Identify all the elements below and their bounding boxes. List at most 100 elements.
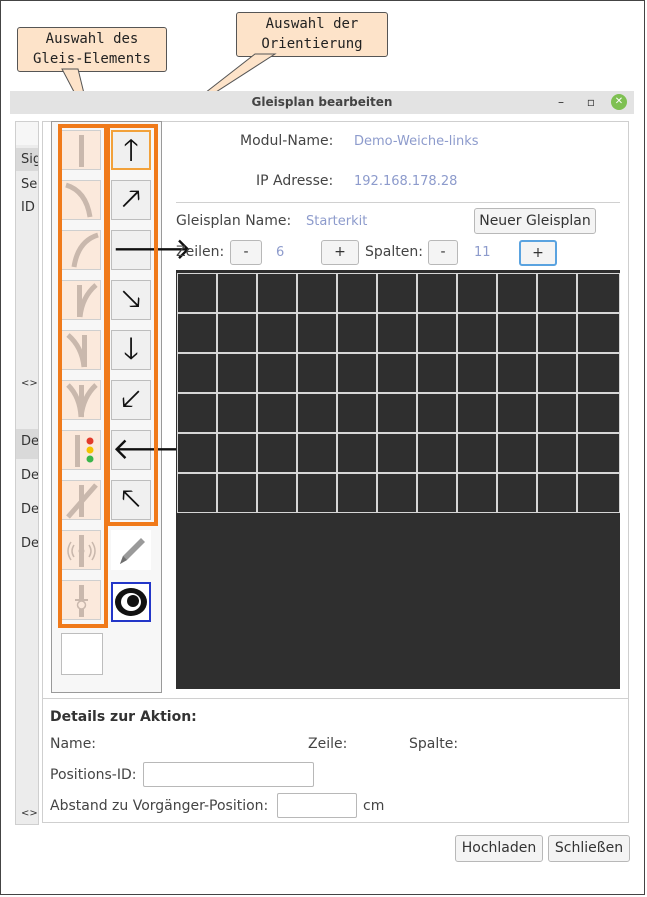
grid-cell[interactable] xyxy=(417,473,457,513)
grid-cell[interactable] xyxy=(497,353,537,393)
list-item[interactable]: Se xyxy=(16,177,38,192)
grid-cell[interactable] xyxy=(217,473,257,513)
distance-unit: cm xyxy=(363,798,385,814)
grid-cell[interactable] xyxy=(457,353,497,393)
grid-cell[interactable] xyxy=(337,273,377,313)
grid-cell[interactable] xyxy=(257,473,297,513)
new-plan-button[interactable]: Neuer Gleisplan xyxy=(474,208,596,234)
grid-cell[interactable] xyxy=(497,393,537,433)
grid-cell[interactable] xyxy=(337,353,377,393)
grid-cell[interactable] xyxy=(457,433,497,473)
scroll-arrows[interactable]: <> xyxy=(16,808,38,819)
grid-cell[interactable] xyxy=(337,313,377,353)
grid-cell[interactable] xyxy=(257,313,297,353)
grid-cell[interactable] xyxy=(497,433,537,473)
grid-cell[interactable] xyxy=(377,273,417,313)
grid-cell[interactable] xyxy=(337,473,377,513)
ip-address-value: 192.168.178.28 xyxy=(354,174,458,189)
grid-cell[interactable] xyxy=(497,273,537,313)
grid-cell[interactable] xyxy=(457,393,497,433)
ip-address-label: IP Adresse: xyxy=(256,173,334,189)
plan-name-value: Starterkit xyxy=(306,214,368,229)
grid-cell[interactable] xyxy=(177,473,217,513)
grid-cell[interactable] xyxy=(417,313,457,353)
distance-label: Abstand zu Vorgänger-Position: xyxy=(50,798,269,814)
upload-button[interactable]: Hochladen xyxy=(455,835,543,862)
scroll-arrows[interactable]: <> xyxy=(16,378,38,389)
grid-cell[interactable] xyxy=(297,313,337,353)
grid-cell[interactable] xyxy=(177,353,217,393)
grid-cell[interactable] xyxy=(417,393,457,433)
list-item[interactable]: De xyxy=(16,434,38,449)
grid-cell[interactable] xyxy=(497,313,537,353)
grid-cell[interactable] xyxy=(417,273,457,313)
window-titlebar: Gleisplan bearbeiten – ▫ ✕ xyxy=(10,91,634,115)
grid-cell[interactable] xyxy=(177,313,217,353)
list-item[interactable]: ID xyxy=(16,200,38,215)
grid-cell[interactable] xyxy=(217,313,257,353)
grid-cell[interactable] xyxy=(337,393,377,433)
grid-cell[interactable] xyxy=(537,313,577,353)
columns-decrease-button[interactable]: - xyxy=(428,240,458,265)
grid-cell[interactable] xyxy=(257,393,297,433)
grid-cell[interactable] xyxy=(377,313,417,353)
rows-increase-button[interactable]: + xyxy=(321,240,359,265)
grid-cell[interactable] xyxy=(297,393,337,433)
grid-cell[interactable] xyxy=(297,353,337,393)
grid-cell[interactable] xyxy=(457,273,497,313)
grid-cell[interactable] xyxy=(177,433,217,473)
minimize-button[interactable]: – xyxy=(553,94,569,110)
grid-cell[interactable] xyxy=(537,273,577,313)
grid-cell[interactable] xyxy=(217,433,257,473)
grid-cell[interactable] xyxy=(577,473,620,513)
grid-cell[interactable] xyxy=(377,393,417,433)
maximize-button[interactable]: ▫ xyxy=(583,94,599,110)
grid-cell[interactable] xyxy=(217,353,257,393)
list-item[interactable]: Sig xyxy=(16,152,38,167)
grid-cell[interactable] xyxy=(257,433,297,473)
rows-decrease-button[interactable]: - xyxy=(230,240,262,265)
columns-value: 11 xyxy=(474,245,491,260)
grid-cell[interactable] xyxy=(577,273,620,313)
list-item[interactable]: De xyxy=(16,536,38,551)
grid-cell[interactable] xyxy=(377,433,417,473)
grid-cell[interactable] xyxy=(537,393,577,433)
grid-cell[interactable] xyxy=(577,433,620,473)
grid-cell[interactable] xyxy=(337,433,377,473)
grid-cell[interactable] xyxy=(417,353,457,393)
grid-cell[interactable] xyxy=(177,273,217,313)
empty-tile[interactable] xyxy=(61,633,103,675)
grid-cell[interactable] xyxy=(457,473,497,513)
grid-cell[interactable] xyxy=(577,393,620,433)
list-item[interactable]: De xyxy=(16,468,38,483)
eye-icon[interactable] xyxy=(111,582,151,622)
grid-cell[interactable] xyxy=(577,313,620,353)
grid-cell[interactable] xyxy=(297,433,337,473)
grid-cell[interactable] xyxy=(537,473,577,513)
grid-cell[interactable] xyxy=(217,393,257,433)
grid-cell[interactable] xyxy=(497,473,537,513)
grid-cell[interactable] xyxy=(457,313,497,353)
list-item[interactable]: De xyxy=(16,502,38,517)
position-id-label: Positions-ID: xyxy=(50,767,137,783)
grid-cell[interactable] xyxy=(537,353,577,393)
grid-cell[interactable] xyxy=(377,353,417,393)
pencil-icon[interactable] xyxy=(111,530,151,570)
grid-cell[interactable] xyxy=(177,393,217,433)
orientation-selection-highlight xyxy=(106,124,158,526)
track-plan-grid[interactable] xyxy=(176,270,620,689)
grid-cell[interactable] xyxy=(377,473,417,513)
grid-cell[interactable] xyxy=(537,433,577,473)
grid-cell[interactable] xyxy=(217,273,257,313)
grid-cell[interactable] xyxy=(257,353,297,393)
grid-cell[interactable] xyxy=(297,273,337,313)
grid-cell[interactable] xyxy=(297,473,337,513)
close-button[interactable]: Schließen xyxy=(548,835,630,862)
distance-input[interactable] xyxy=(277,793,357,818)
grid-cell[interactable] xyxy=(577,353,620,393)
grid-cell[interactable] xyxy=(257,273,297,313)
columns-increase-button[interactable]: + xyxy=(519,240,557,266)
grid-cell[interactable] xyxy=(417,433,457,473)
close-window-button[interactable]: ✕ xyxy=(611,94,627,110)
position-id-input[interactable] xyxy=(143,762,314,787)
